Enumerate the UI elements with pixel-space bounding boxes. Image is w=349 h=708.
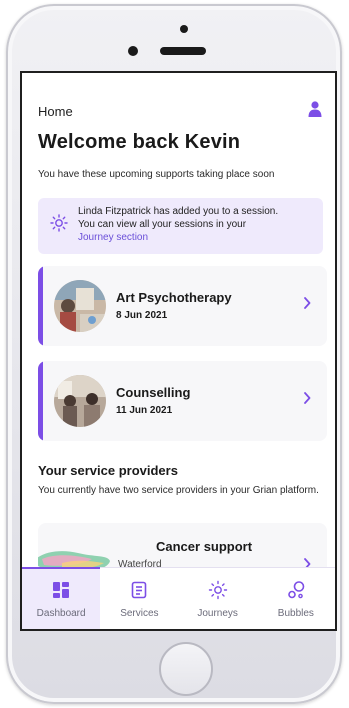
tab-dashboard[interactable]: Dashboard bbox=[22, 567, 101, 629]
tab-label: Bubbles bbox=[277, 608, 314, 619]
tab-journeys[interactable]: Journeys bbox=[179, 568, 257, 629]
session-card-art-psychotherapy[interactable]: Art Psychotherapy 8 Jun 2021 bbox=[38, 266, 327, 346]
tab-services[interactable]: Services bbox=[100, 568, 178, 629]
user-icon[interactable] bbox=[308, 101, 322, 117]
counselling-thumbnail bbox=[54, 375, 106, 427]
provider-card-cancer-support[interactable]: Cancer support Waterford bbox=[38, 523, 327, 567]
service-providers-title: Your service providers bbox=[38, 463, 178, 478]
session-name: Art Psychotherapy bbox=[116, 290, 232, 305]
session-accent-bar bbox=[38, 266, 43, 346]
session-date: 8 Jun 2021 bbox=[116, 310, 168, 321]
notice-line-2: You can view all your sessions in your bbox=[78, 219, 247, 230]
session-accent-bar bbox=[38, 361, 43, 441]
tab-label: Dashboard bbox=[36, 608, 86, 619]
journey-section-link[interactable]: Journey section bbox=[78, 231, 315, 244]
session-card-counselling[interactable]: Counselling 11 Jun 2021 bbox=[38, 361, 327, 441]
services-icon bbox=[132, 581, 147, 599]
home-button[interactable] bbox=[159, 642, 213, 696]
tab-bubbles[interactable]: Bubbles bbox=[257, 568, 335, 629]
page-title: Welcome back Kevin bbox=[38, 131, 241, 153]
proximity-sensor bbox=[128, 46, 138, 56]
tab-label: Journeys bbox=[197, 608, 238, 619]
chevron-right-icon bbox=[304, 297, 311, 309]
earpiece-speaker bbox=[160, 47, 206, 55]
session-name: Counselling bbox=[116, 385, 191, 400]
chevron-right-icon bbox=[304, 558, 311, 567]
session-notice[interactable]: Linda Fitzpatrick has added you to a ses… bbox=[38, 198, 323, 254]
dashboard-content: Home Welcome back Kevin You have these u… bbox=[22, 73, 335, 567]
tab-label: Services bbox=[120, 608, 159, 619]
provider-name: Cancer support bbox=[156, 539, 253, 554]
app-screen: Home Welcome back Kevin You have these u… bbox=[20, 71, 337, 631]
notice-line-1: Linda Fitzpatrick has added you to a ses… bbox=[78, 206, 279, 217]
art-psychotherapy-thumbnail bbox=[54, 280, 106, 332]
provider-logo bbox=[38, 551, 110, 567]
breadcrumb: Home bbox=[38, 104, 73, 119]
journeys-icon bbox=[208, 580, 227, 600]
bottom-navigation: Dashboard Services Journeys Bubbles bbox=[22, 567, 335, 629]
page-subtitle: You have these upcoming supports taking … bbox=[38, 169, 275, 180]
provider-location: Waterford bbox=[118, 559, 162, 567]
session-date: 11 Jun 2021 bbox=[116, 405, 173, 416]
top-bar: Home bbox=[38, 101, 322, 123]
chevron-right-icon bbox=[304, 392, 311, 404]
sun-icon bbox=[50, 214, 68, 232]
service-providers-subtitle: You currently have two service providers… bbox=[38, 485, 319, 496]
dashboard-icon bbox=[53, 582, 70, 598]
front-camera bbox=[180, 25, 188, 33]
bubbles-icon bbox=[288, 581, 305, 599]
